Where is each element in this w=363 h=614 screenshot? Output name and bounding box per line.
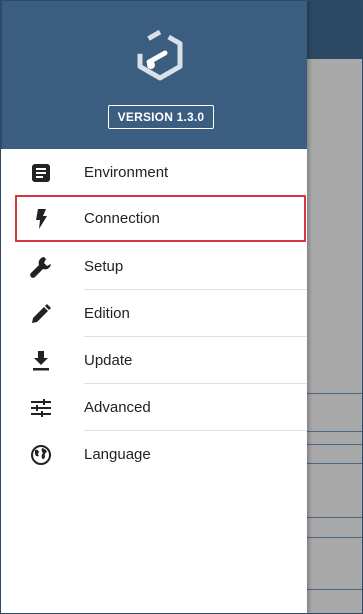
background-divider xyxy=(307,463,362,464)
document-list-icon xyxy=(29,161,53,185)
menu-item-label: Connection xyxy=(84,210,160,227)
app-window: VERSION 1.3.0 Environment Connection Set… xyxy=(0,0,363,614)
menu-item-edition[interactable]: Edition xyxy=(1,290,307,337)
background-divider xyxy=(307,517,362,518)
background-divider xyxy=(307,431,362,432)
sliders-icon xyxy=(29,396,53,420)
wrench-icon xyxy=(29,255,53,279)
menu-item-update[interactable]: Update xyxy=(1,337,307,384)
background-divider xyxy=(307,444,362,445)
menu-item-label: Setup xyxy=(84,258,124,275)
menu-item-advanced[interactable]: Advanced xyxy=(1,384,307,431)
menu-item-language[interactable]: Language xyxy=(1,431,307,478)
background-divider xyxy=(307,589,362,590)
menu-item-label: Edition xyxy=(84,305,130,322)
background-divider xyxy=(307,393,362,394)
pencil-icon xyxy=(29,302,53,326)
version-badge: VERSION 1.3.0 xyxy=(108,105,214,129)
menu-item-connection[interactable]: Connection xyxy=(15,195,306,242)
lightning-bolt-icon xyxy=(29,207,53,231)
globe-icon xyxy=(29,443,53,467)
background-divider xyxy=(307,537,362,538)
menu-item-environment[interactable]: Environment xyxy=(1,149,307,196)
menu-item-label: Advanced xyxy=(84,399,151,416)
menu-item-label: Environment xyxy=(84,164,169,181)
menu-item-label: Language xyxy=(84,446,151,463)
navigation-drawer: VERSION 1.3.0 Environment Connection Set… xyxy=(1,1,307,613)
hexagon-logo-icon xyxy=(135,29,185,81)
menu-item-label: Update xyxy=(84,352,133,369)
download-icon xyxy=(29,349,53,373)
menu-item-setup[interactable]: Setup xyxy=(1,243,307,290)
drawer-header: VERSION 1.3.0 xyxy=(1,1,307,149)
